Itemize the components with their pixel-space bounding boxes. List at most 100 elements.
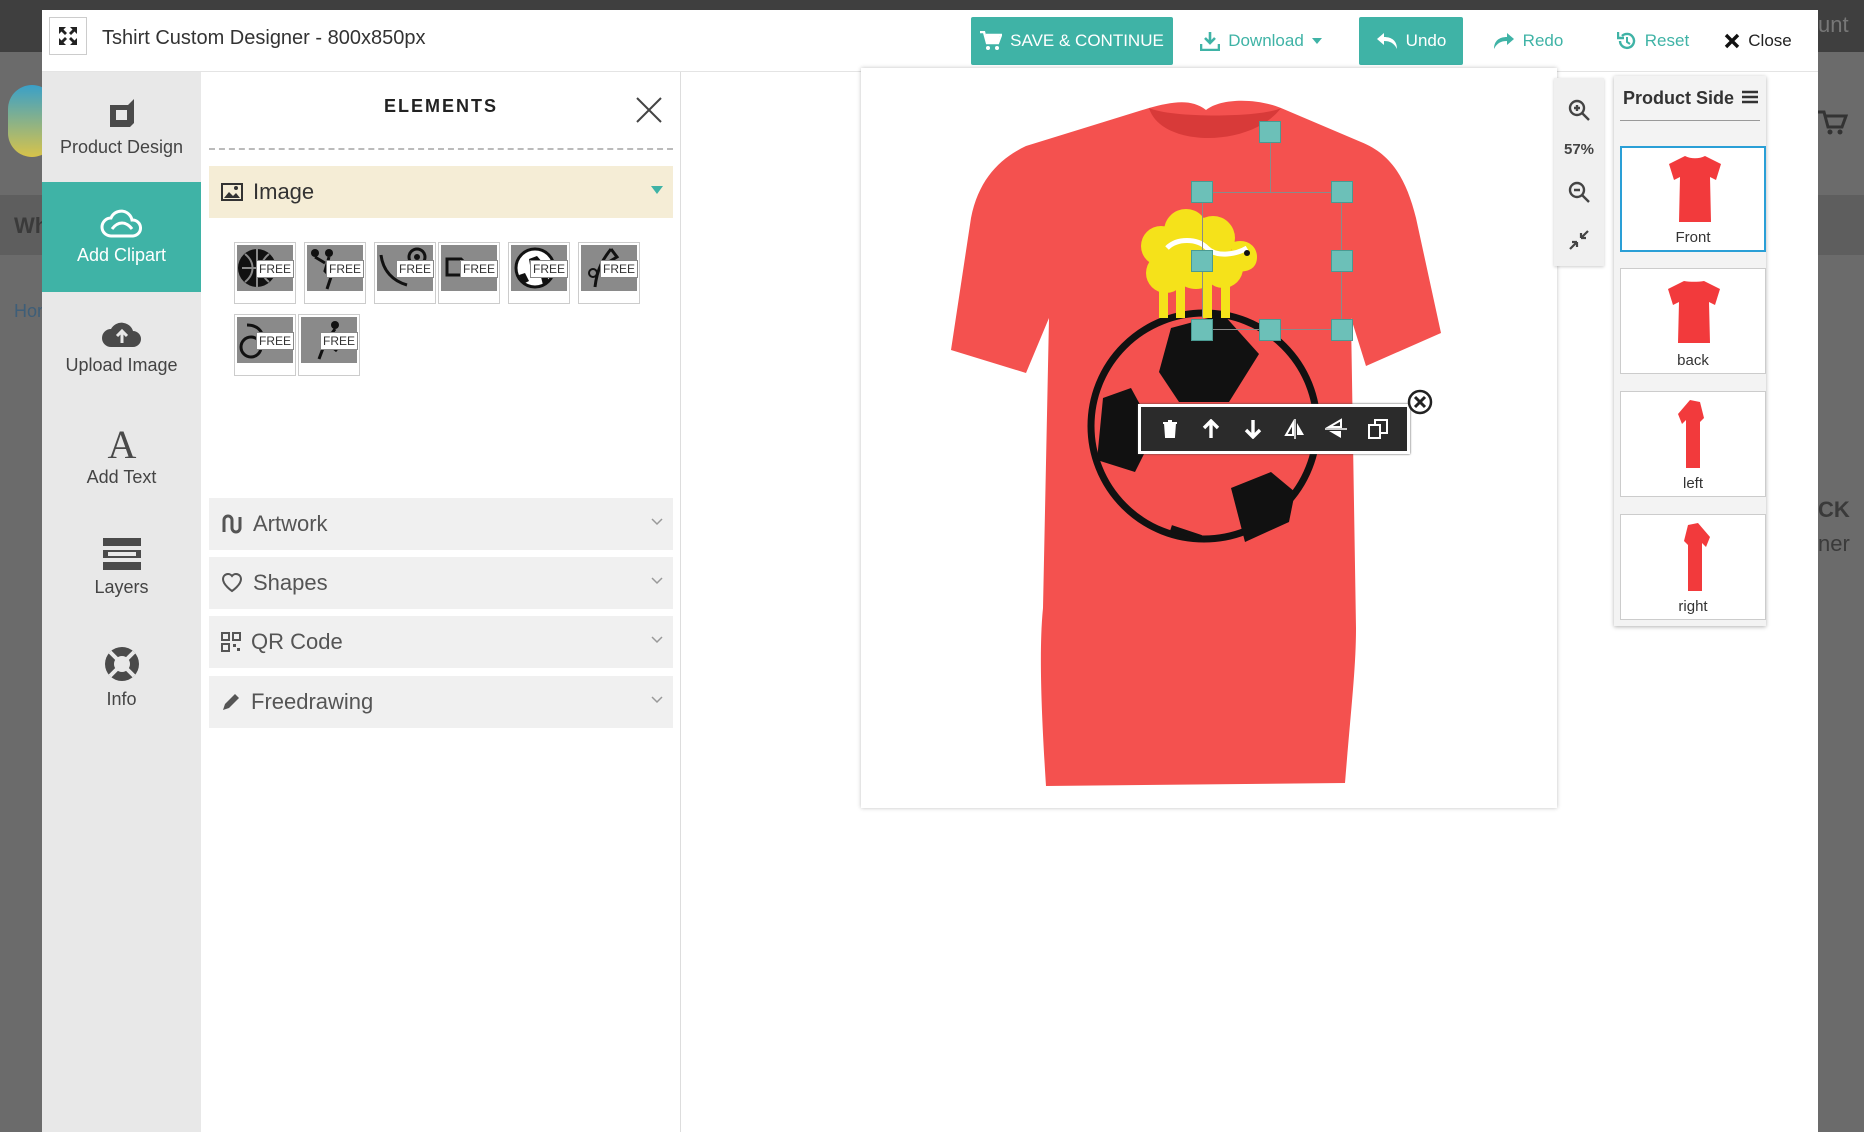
nav-add-text[interactable]: A Add Text — [42, 402, 201, 512]
designer-topbar: Tshirt Custom Designer - 800x850px SAVE … — [42, 10, 1818, 72]
resize-handle-mr[interactable] — [1331, 250, 1353, 272]
resize-handle-ml[interactable] — [1191, 250, 1213, 272]
reset-button[interactable]: Reset — [1600, 17, 1706, 65]
flip-vertical-icon — [1325, 418, 1348, 438]
close-designer-button[interactable]: Close — [1718, 17, 1798, 65]
elements-panel: ELEMENTS Image FREE FREE FREE FREE FREE … — [201, 72, 681, 1132]
nav-info[interactable]: Info — [42, 622, 201, 732]
cart-icon — [980, 31, 1003, 50]
save-continue-button[interactable]: SAVE & CONTINUE — [971, 17, 1173, 65]
section-label: Freedrawing — [251, 689, 374, 714]
section-image[interactable]: Image — [209, 166, 673, 218]
backdrop-text-unt: unt — [1818, 12, 1849, 37]
zoom-in-icon[interactable] — [1567, 98, 1591, 122]
side-right[interactable]: right — [1620, 514, 1766, 620]
selection-box — [1202, 192, 1342, 330]
duplicate-button[interactable] — [1364, 415, 1392, 443]
resize-handle-bl[interactable] — [1191, 319, 1213, 341]
section-freedrawing[interactable]: Freedrawing — [209, 676, 673, 728]
pencil-icon — [223, 694, 239, 710]
section-qr-code[interactable]: QR Code — [209, 616, 673, 668]
fit-compress-icon[interactable] — [1567, 228, 1591, 252]
clipart-item[interactable]: FREE — [438, 242, 500, 304]
trash-icon — [1162, 420, 1177, 438]
side-front[interactable]: Front — [1620, 146, 1766, 252]
resize-handle-bm[interactable] — [1259, 319, 1281, 341]
section-artwork[interactable]: Artwork — [209, 498, 673, 550]
redo-label: Redo — [1522, 31, 1564, 50]
panel-close-icon[interactable] — [635, 96, 663, 124]
nav-label: Add Text — [86, 466, 157, 487]
undo-label: Undo — [1405, 31, 1447, 50]
rotate-connector — [1270, 143, 1271, 192]
side-back[interactable]: back — [1620, 268, 1766, 374]
free-badge: FREE — [325, 260, 364, 278]
close-label: Close — [1748, 31, 1792, 50]
nav-product-design[interactable]: Product Design — [42, 72, 201, 182]
clipart-item[interactable]: FREE — [234, 314, 296, 376]
resize-handle-tr[interactable] — [1331, 181, 1353, 203]
tshirt-right-thumb — [1684, 523, 1710, 591]
lifebuoy-icon — [104, 646, 139, 681]
clipart-item[interactable]: FREE — [234, 242, 296, 304]
expand-arrows-icon — [59, 27, 77, 45]
clipart-item[interactable]: FREE — [374, 242, 436, 304]
cart-icon — [1818, 110, 1848, 135]
nav-label: Info — [106, 688, 137, 709]
nav-label: Add Clipart — [76, 244, 167, 265]
designer-sidebar: Product Design Add Clipart Upload Image … — [42, 72, 215, 1132]
object-toolbar — [1138, 404, 1410, 454]
nav-add-clipart[interactable]: Add Clipart — [42, 182, 215, 292]
chevron-down-icon — [651, 577, 663, 585]
nav-label: Product Design — [59, 136, 184, 157]
hamburger-menu-icon[interactable] — [1742, 90, 1758, 104]
undo-icon — [1376, 33, 1397, 49]
undo-button[interactable]: Undo — [1359, 17, 1463, 65]
backdrop-text-ck: CK — [1818, 497, 1850, 522]
free-badge: FREE — [255, 260, 294, 278]
zoom-controls: 57% — [1554, 78, 1604, 266]
remove-object-icon[interactable] — [1407, 389, 1433, 415]
delete-button[interactable] — [1156, 415, 1184, 443]
fullscreen-button[interactable] — [49, 17, 87, 55]
flip-horizontal-icon — [1284, 419, 1304, 439]
flip-vertical-button[interactable] — [1322, 415, 1350, 443]
resize-handle-br[interactable] — [1331, 319, 1353, 341]
zoom-out-icon[interactable] — [1567, 180, 1591, 204]
nav-label: Layers — [94, 576, 149, 597]
free-badge: FREE — [459, 260, 498, 278]
nav-upload-image[interactable]: Upload Image — [42, 292, 201, 402]
product-side-title: Product Side — [1623, 88, 1735, 108]
chevron-down-icon — [651, 696, 663, 704]
zoom-level: 57% — [1563, 141, 1595, 158]
designer-title: Tshirt Custom Designer - 800x850px — [102, 27, 426, 49]
side-left[interactable]: left — [1620, 391, 1766, 497]
download-dropdown[interactable]: Download — [1192, 17, 1330, 65]
send-backward-button[interactable] — [1239, 415, 1267, 443]
flip-horizontal-button[interactable] — [1281, 415, 1309, 443]
elements-panel-title: ELEMENTS — [383, 96, 498, 116]
redo-button[interactable]: Redo — [1488, 17, 1568, 65]
clipart-item[interactable]: FREE — [508, 242, 570, 304]
free-badge: FREE — [395, 260, 434, 278]
nav-layers[interactable]: Layers — [42, 512, 201, 622]
side-label: Front — [1675, 229, 1711, 246]
elements-panel-header: ELEMENTS — [209, 72, 673, 150]
free-badge: FREE — [255, 332, 294, 350]
clipart-item[interactable]: FREE — [578, 242, 640, 304]
section-shapes[interactable]: Shapes — [209, 557, 673, 609]
caret-down-icon — [1311, 38, 1322, 44]
caret-down-icon — [651, 186, 663, 194]
clipart-item[interactable]: FREE — [304, 242, 366, 304]
tshirt-left-thumb — [1678, 400, 1704, 468]
reset-label: Reset — [1644, 31, 1690, 50]
resize-handle-tl[interactable] — [1191, 181, 1213, 203]
section-label: Artwork — [253, 511, 328, 536]
bring-forward-button[interactable] — [1197, 415, 1225, 443]
close-x-icon — [1725, 33, 1740, 49]
free-badge: FREE — [529, 260, 568, 278]
clipart-item[interactable]: FREE — [298, 314, 360, 376]
rotate-handle[interactable] — [1259, 121, 1281, 143]
nav-label: Upload Image — [65, 354, 178, 375]
save-continue-label: SAVE & CONTINUE — [1010, 31, 1164, 50]
